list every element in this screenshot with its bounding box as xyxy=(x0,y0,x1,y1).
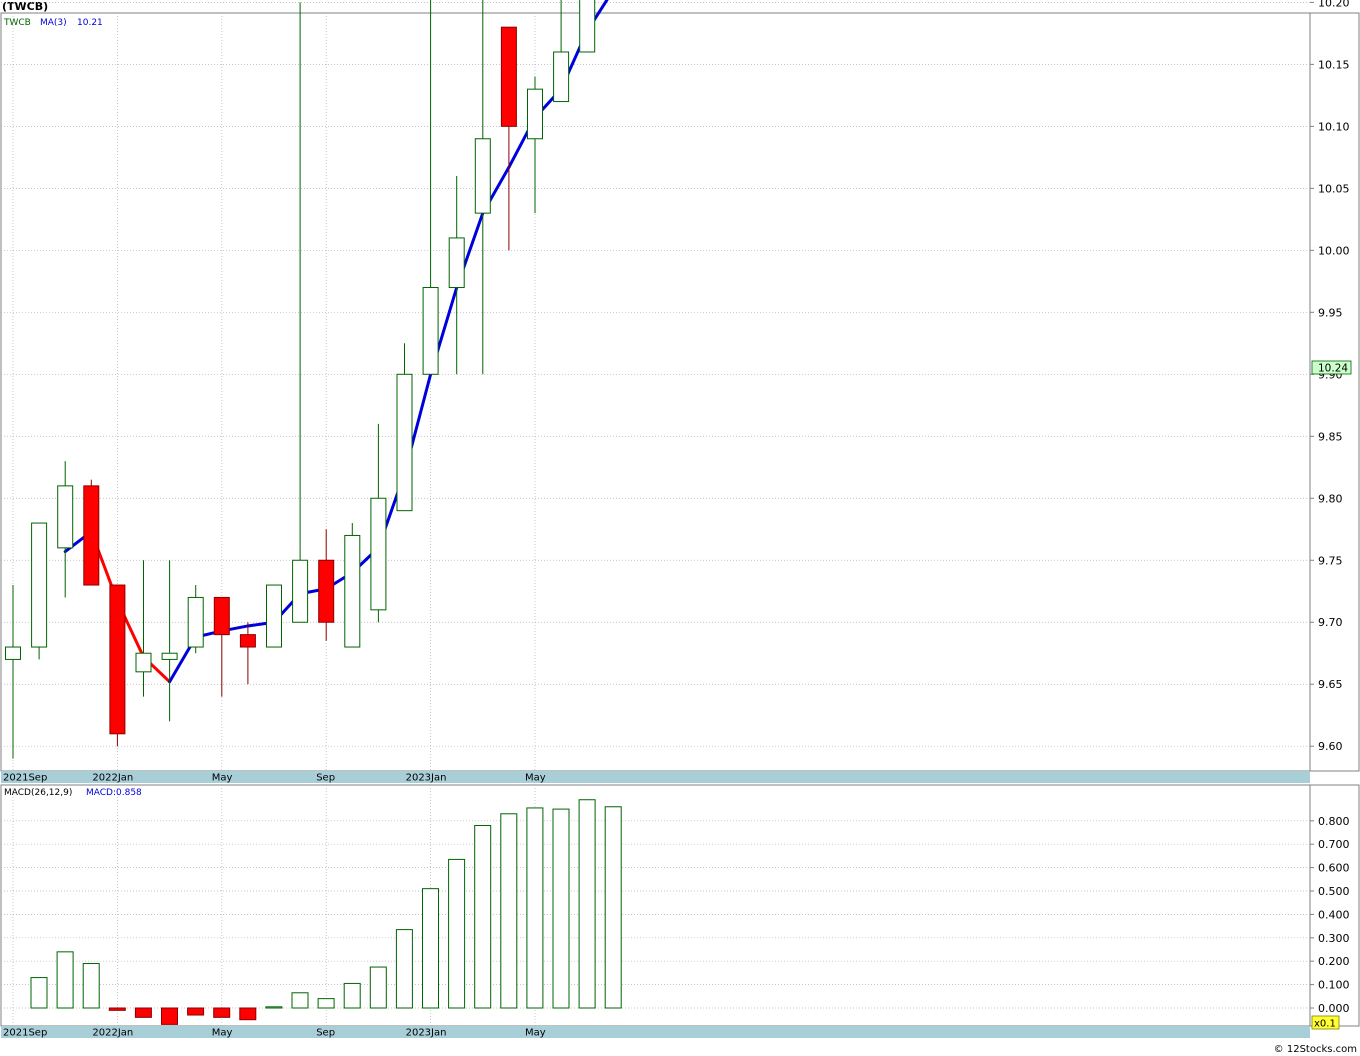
price-candle xyxy=(83,479,100,586)
macd-bar xyxy=(604,806,622,1009)
macd-x-axis-band xyxy=(1,1026,1310,1038)
candle-body xyxy=(239,634,256,648)
macd-bar xyxy=(134,1007,152,1018)
price-x-tick-label: May xyxy=(525,773,546,784)
price-y-tick-label: 9.75 xyxy=(1318,554,1343,567)
candle-body xyxy=(422,287,439,375)
macd-bar xyxy=(422,888,439,1009)
candle-body xyxy=(57,485,74,549)
macd-y-tick-label: 0.100 xyxy=(1318,979,1350,992)
candle-body xyxy=(474,138,491,214)
macd-bar xyxy=(343,982,361,1009)
macd-bar xyxy=(317,998,335,1009)
candle-body xyxy=(5,646,21,660)
price-candle xyxy=(266,584,282,648)
candle-body xyxy=(579,0,596,53)
price-candle xyxy=(579,0,596,53)
chart-canvas: 9.609.659.709.759.809.859.909.9510.0010.… xyxy=(0,0,1360,1039)
candle-body xyxy=(109,584,126,735)
price-y-tick-label: 9.85 xyxy=(1318,430,1343,443)
candle-body xyxy=(213,596,230,636)
macd-bar xyxy=(369,966,387,1009)
macd-x-tick-label: 2021Sep xyxy=(3,1028,47,1039)
legend-ma-value: 10.21 xyxy=(77,18,103,28)
macd-bar xyxy=(578,799,596,1009)
price-y-tick-label: 9.70 xyxy=(1318,616,1343,629)
macd-bar xyxy=(108,1007,126,1011)
macd-bar xyxy=(56,951,74,1009)
macd-bar xyxy=(30,977,48,1009)
price-y-tick-label: 9.95 xyxy=(1318,306,1343,319)
macd-bar xyxy=(265,1006,283,1009)
macd-x-tick-label: Sep xyxy=(316,1028,335,1039)
price-x-axis-band xyxy=(1,771,1310,783)
candle-body xyxy=(266,584,282,648)
candle-body xyxy=(187,596,204,648)
macd-bar xyxy=(552,808,570,1009)
candle-body xyxy=(31,522,48,648)
price-x-tick-label: 2021Sep xyxy=(3,773,47,784)
legend-symbol: TWCB xyxy=(3,18,31,28)
macd-bar xyxy=(187,1007,205,1016)
macd-bar xyxy=(500,813,518,1009)
price-y-tick-label: 10.20 xyxy=(1318,0,1350,9)
candle-body xyxy=(318,559,335,623)
macd-panel: 0.000 0.100 0.200 0.300 0.400 0.500 0.600 0.700… xyxy=(0,784,1360,1039)
macd-x-tick-label: May xyxy=(525,1028,546,1039)
candle-body xyxy=(553,51,570,103)
candle-body xyxy=(527,88,543,140)
macd-legend-value: MACD:0.858 xyxy=(86,788,142,798)
macd-y-tick-label: 0.300 xyxy=(1318,932,1350,945)
macd-bar xyxy=(82,963,100,1009)
price-panel: 9.609.659.709.759.809.859.909.9510.0010.… xyxy=(0,0,1360,784)
last-price-tag-label: 10.24 xyxy=(1318,363,1348,375)
macd-y-tick-label: 0.800 xyxy=(1318,815,1350,828)
macd-bar xyxy=(161,1007,178,1025)
macd-y-tick-label: 0.600 xyxy=(1318,862,1350,875)
macd-bar xyxy=(395,929,413,1009)
macd-x-tick-label: 2023Jan xyxy=(406,1028,447,1039)
candle-body xyxy=(396,373,413,512)
price-candle xyxy=(344,523,361,648)
macd-y-tick-label: 0.000 xyxy=(1318,1002,1350,1015)
macd-legend-label: MACD(26,12,9) xyxy=(4,788,72,798)
price-y-tick-label: 9.80 xyxy=(1318,492,1343,505)
candle-body xyxy=(161,652,178,660)
price-legend: TWCB MA(3) 10.21 xyxy=(3,18,103,28)
candle-body xyxy=(292,559,309,623)
legend-ma-label: MA(3) xyxy=(40,18,67,28)
price-x-tick-label: May xyxy=(212,773,233,784)
macd-bar xyxy=(213,1007,231,1018)
macd-panel-frame xyxy=(0,784,1360,1027)
macd-y-tick-label: 0.400 xyxy=(1318,908,1350,921)
price-y-tick-label: 10.15 xyxy=(1318,58,1350,71)
macd-x-tick-label: 2022Jan xyxy=(92,1028,133,1039)
macd-bar xyxy=(526,807,544,1009)
price-y-tick-label: 9.65 xyxy=(1318,678,1343,691)
candle-body xyxy=(135,652,152,673)
candle-body xyxy=(500,26,517,127)
candle-body xyxy=(83,485,100,586)
macd-y-tick-label: 0.700 xyxy=(1318,838,1350,851)
macd-y-tick-label: 0.200 xyxy=(1318,955,1350,968)
macd-bar xyxy=(239,1007,257,1021)
macd-bar xyxy=(291,992,309,1009)
price-x-tick-label: Sep xyxy=(316,773,335,784)
candle-body xyxy=(448,237,465,289)
macd-y-tick-label: 0.500 xyxy=(1318,885,1350,898)
price-y-tick-label: 10.05 xyxy=(1318,182,1350,195)
macd-bar xyxy=(474,824,492,1009)
macd-bar xyxy=(448,858,466,1009)
price-candle xyxy=(31,522,48,660)
price-y-tick-label: 10.00 xyxy=(1318,244,1350,257)
price-y-tick-label: 10.10 xyxy=(1318,120,1350,133)
candle-body xyxy=(370,497,387,611)
price-y-tick-label: 9.60 xyxy=(1318,740,1343,753)
price-x-tick-label: 2023Jan xyxy=(406,773,447,784)
price-x-tick-label: 2022Jan xyxy=(92,773,133,784)
price-candle xyxy=(109,584,126,747)
macd-x-tick-label: May xyxy=(212,1028,233,1039)
candle-body xyxy=(344,534,361,648)
macd-scale-tag-label: x0.1 xyxy=(1314,1019,1336,1030)
